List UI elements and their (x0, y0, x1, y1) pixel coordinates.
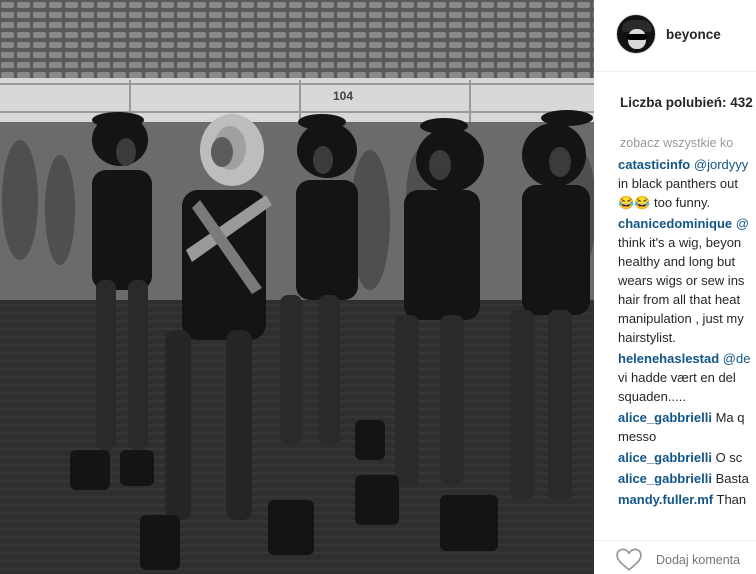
comment-mention[interactable]: @ (736, 216, 749, 231)
comment-item: alice_gabbrielli Basta (618, 469, 756, 488)
comment-text-line: hairstylist. (618, 330, 676, 345)
comment-mention[interactable]: @de (723, 351, 751, 366)
post-footer (594, 540, 756, 574)
comment-text: Than (716, 492, 747, 507)
comment-username-link[interactable]: alice_gabbrielli (618, 450, 712, 465)
comment-text: O sc (715, 450, 743, 465)
heart-icon[interactable] (616, 548, 642, 572)
comment-text-line: vi hadde vært en del (618, 370, 736, 385)
comment-username-link[interactable]: helenehaslestad (618, 351, 719, 366)
username-link[interactable]: beyonce (666, 27, 721, 42)
comment-username-link[interactable]: chanicedominique (618, 216, 732, 231)
comment-item: mandy.fuller.mf Than (618, 490, 756, 509)
comment-text-line: hair from all that heat (618, 292, 741, 307)
comment-mention[interactable]: @jordyyy (694, 157, 748, 172)
avatar[interactable] (616, 14, 656, 54)
post-photo[interactable]: 104 (0, 0, 594, 574)
comment-text: Basta (715, 471, 749, 486)
comment-text-line: 😂😂 too funny. (618, 195, 711, 210)
likes-count[interactable]: Liczba polubień: 432 (620, 95, 753, 110)
post-side-panel: beyonce Liczba polubień: 432 zobacz wszy… (594, 0, 756, 574)
comment-text-line: think it's a wig, beyon (618, 235, 742, 250)
see-all-comments-link[interactable]: zobacz wszystkie ko (620, 136, 733, 150)
comment-item: alice_gabbrielli Ma q messo (618, 408, 756, 446)
add-comment-input[interactable] (656, 550, 756, 570)
comment-text-line: wears wigs or sew ins (618, 273, 745, 288)
comment-item: helenehaslestad @de vi hadde vært en del… (618, 349, 756, 406)
comment-item: chanicedominique @ think it's a wig, bey… (618, 214, 756, 347)
comment-text-line: messo (618, 429, 657, 444)
comment-text-line: healthy and long but (618, 254, 736, 269)
comment-text-line: manipulation , just my (618, 311, 744, 326)
post-header: beyonce (594, 0, 756, 72)
comment-text-line: squaden..... (618, 389, 686, 404)
comment-text-line: in black panthers out (618, 176, 738, 191)
avatar-glasses-shape (627, 34, 647, 40)
comment-text: Ma q (715, 410, 745, 425)
comment-username-link[interactable]: mandy.fuller.mf (618, 492, 713, 507)
comment-username-link[interactable]: catasticinfo (618, 157, 690, 172)
photo-illustration: 104 (0, 0, 594, 574)
comment-item: alice_gabbrielli O sc (618, 448, 756, 467)
comment-item: catasticinfo @jordyyy in black panthers … (618, 155, 756, 212)
section-number: 104 (333, 89, 353, 103)
comment-username-link[interactable]: alice_gabbrielli (618, 410, 712, 425)
comments-list: catasticinfo @jordyyy in black panthers … (618, 155, 756, 511)
comment-username-link[interactable]: alice_gabbrielli (618, 471, 712, 486)
